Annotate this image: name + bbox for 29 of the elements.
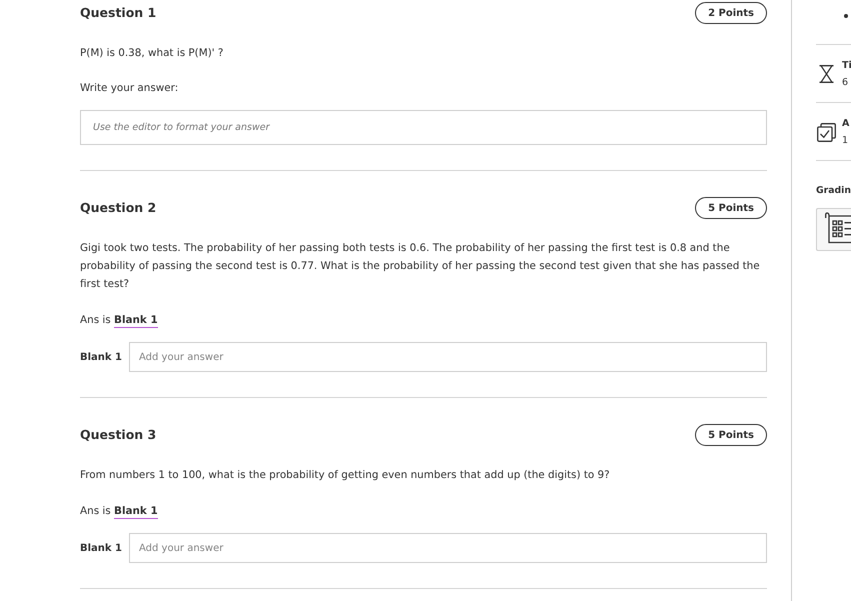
rubric-document-icon	[825, 212, 851, 244]
blank-label: Blank 1	[80, 352, 122, 362]
detail-label: A	[842, 117, 850, 131]
answer-editor[interactable]: Use the editor to format your answer	[80, 110, 767, 145]
answer-input[interactable]: Add your answer	[129, 533, 767, 563]
grading-heading: Gradin	[816, 184, 851, 198]
question-title: Question 3	[80, 426, 156, 444]
question-title: Question 1	[80, 4, 156, 22]
question-text: Gigi took two tests. The probability of her passing both tests is 0.6. The probability of her passing the first test is 0.8 and the probability of passing the second test is 0.77. What is the probability of her passing the second test given that she has passed the first test?	[80, 241, 761, 292]
answer-input[interactable]: Add your answer	[129, 342, 767, 372]
question-text: P(M) is 0.38, what is P(M)' ?	[80, 46, 224, 61]
detail-label: Ti	[842, 59, 851, 73]
question-title: Question 2	[80, 199, 156, 217]
blank-link[interactable]: Blank 1	[114, 314, 158, 328]
bullet-icon	[844, 14, 848, 18]
points-badge: 5 Points	[695, 197, 767, 219]
points-badge: 2 Points	[695, 2, 767, 24]
stacked-checkbox-icon	[816, 122, 836, 142]
answer-instruction: Write your answer:	[80, 81, 180, 96]
detail-value: 1	[842, 134, 848, 148]
hourglass-icon	[818, 65, 834, 83]
detail-value: 6	[842, 76, 848, 90]
blank-label: Blank 1	[80, 542, 122, 554]
answer-sentence: Ans is Blank 1	[80, 313, 159, 329]
question-text: From numbers 1 to 100, what is the probability of getting even numbers that add up (the digits) to 9?	[80, 468, 611, 483]
points-badge: 5 Points	[695, 424, 767, 446]
answer-sentence: Ans is Blank 1	[80, 504, 159, 520]
blank-link[interactable]: Blank 1	[114, 505, 158, 519]
rubric-button[interactable]	[816, 208, 851, 251]
